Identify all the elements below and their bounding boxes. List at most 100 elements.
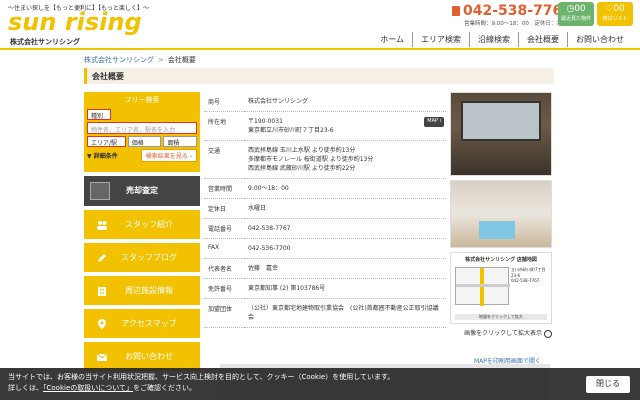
info-value: 株式会社サンリシング [244, 92, 446, 112]
free-search-box: フリー検索 種別 物件名、エリア名、駅名を入力 エリア/駅 価格 面積 ▼ 詳細… [84, 92, 200, 172]
fav-label: 検討リスト [602, 16, 628, 22]
nav-contact[interactable]: お問い合わせ [567, 32, 632, 47]
cookie-text-line2: 詳しくは、「Cookieの取扱いについて」をご確認ください。 [8, 383, 632, 394]
store-map-image[interactable]: 株式会社サンリシング 店舗地図 立川市砂川町7丁目23-6 042-538-77… [450, 252, 552, 324]
info-label: 電話番号 [204, 218, 244, 239]
nav-line-search[interactable]: 沿線検索 [469, 32, 518, 47]
enlarge-text: 画像をクリックして拡大表示 [464, 330, 542, 337]
sidebar-item-contact[interactable]: お問い合わせ [84, 342, 200, 371]
info-row: 定休日 水曜日 [204, 198, 446, 219]
info-row: FAX 042-536-7700 [204, 238, 446, 259]
sidebar-item-label: お問い合わせ [125, 352, 173, 361]
office-exterior-photo[interactable] [450, 92, 552, 176]
info-label: 商号 [204, 92, 244, 112]
photo-column: 株式会社サンリシング 店舗地図 立川市砂川町7丁目23-6 042-538-77… [450, 92, 552, 338]
company-info-table: 商号 株式会社サンリシング 所在地 〒190-0031 東京都立川市砂川町７丁目23-… [204, 92, 446, 328]
size-select[interactable]: 面積 [163, 136, 197, 147]
price-select[interactable]: 価格 [127, 136, 162, 147]
nav-company[interactable]: 会社概要 [518, 32, 567, 47]
photo-window [461, 101, 541, 141]
page: 〜住まい探しを【もっと便利に】【もっと楽しく】〜 sun rising 株式会社… [0, 0, 640, 400]
cookie-prefix: 詳しくは、 [8, 384, 43, 393]
pen-icon [96, 252, 108, 264]
info-value: 水曜日 [244, 198, 446, 219]
info-row: 営業時間 9:00〜18：00 [204, 178, 446, 199]
info-row: 商号 株式会社サンリシング [204, 92, 446, 112]
cookie-text-line1: 当サイトでは、お客様の当サイト利用状況把握、サービス向上検討を目的として、クッキ… [8, 373, 395, 381]
cookie-close-button[interactable]: 閉じる [586, 376, 630, 393]
info-value: 042-538-7767 [244, 218, 446, 239]
map-road [480, 268, 484, 306]
breadcrumb-home[interactable]: 株式会社サンリシング [84, 56, 154, 64]
search-actions: ▼ 詳細条件 検索結果を見る › [87, 149, 197, 162]
sidebar-item-blog[interactable]: スタッフブログ [84, 243, 200, 272]
enlarge-hint: 画像をクリックして拡大表示 [450, 328, 552, 338]
info-label: 代表者名 [204, 258, 244, 279]
info-label: FAX [204, 238, 244, 259]
favorites-button[interactable]: ♡00 検討リスト [597, 2, 633, 26]
info-value: 西武拝島線 玉川上水駅 より徒歩約13分 多摩都市モノレール 桜街道駅 より徒歩… [244, 140, 446, 179]
info-label: 定休日 [204, 198, 244, 219]
map-card-map [455, 267, 510, 306]
breadcrumb: 株式会社サンリシング > 会社概要 [84, 55, 196, 65]
info-row: 代表者名 佐藤 嘉幸 [204, 258, 446, 279]
nav-divider [0, 48, 640, 50]
page-title: 会社概要 [84, 68, 554, 84]
info-row: 電話番号 042-538-7767 [204, 218, 446, 239]
search-title: フリー検索 [124, 96, 160, 104]
info-value: 042-536-7700 [244, 238, 446, 259]
info-label: 所在地 [204, 111, 244, 141]
building-icon [96, 285, 108, 297]
sidebar-item-label: アクセスマップ [121, 319, 177, 328]
recent-viewed-button[interactable]: ◷00 最近見た物件 [558, 2, 594, 26]
sidebar-item-facilities[interactable]: 周辺施設情報 [84, 276, 200, 305]
phone-icon [452, 6, 460, 16]
keyword-input[interactable]: 物件名、エリア名、駅名を入力 [87, 122, 197, 134]
type-select[interactable]: 種別 [87, 109, 111, 120]
pin-icon [96, 318, 108, 330]
info-label: 加盟団体 [204, 298, 244, 328]
sell-assessment-banner[interactable]: 売却査定 [84, 176, 200, 206]
info-value: 佐藤 嘉幸 [244, 258, 446, 279]
cookie-notice: 当サイトでは、お客様の当サイト利用状況把握、サービス向上検討を目的として、クッキ… [0, 368, 640, 400]
business-hours: 営業時間：9:00〜18：00 定休日：水曜日 [464, 21, 573, 27]
filter-row: エリア/駅 価格 面積 [87, 136, 197, 147]
nav-area-search[interactable]: エリア検索 [412, 32, 469, 47]
magnifier-icon [544, 329, 552, 338]
info-value: 〒190-0031 東京都立川市砂川町７丁目23-6 MAP ⅰ [244, 111, 446, 141]
info-label: 交通 [204, 140, 244, 179]
mail-icon [96, 351, 108, 363]
map-card-footer: 地図をクリックして拡大 [455, 314, 547, 320]
cookie-suffix: をご確認ください。 [133, 384, 197, 393]
map-button[interactable]: MAP ⅰ [424, 117, 444, 127]
people-icon [96, 219, 108, 231]
sidebar-item-label: 周辺施設情報 [125, 286, 173, 295]
info-label: 営業時間 [204, 178, 244, 199]
nav-home[interactable]: ホーム [372, 32, 412, 47]
office-interior-photo[interactable] [450, 180, 552, 248]
company-info: 商号 株式会社サンリシング 所在地 〒190-0031 東京都立川市砂川町７丁目23-… [204, 92, 446, 328]
sidebar: フリー検索 種別 物件名、エリア名、駅名を入力 エリア/駅 価格 面積 ▼ 詳細… [84, 92, 200, 371]
search-submit-button[interactable]: 検索結果を見る › [140, 149, 197, 162]
sidebar-item-access-map[interactable]: アクセスマップ [84, 309, 200, 338]
company-name: 株式会社サンリシング [10, 38, 80, 46]
breadcrumb-separator: > [158, 56, 164, 64]
phone-number[interactable]: 042-538-7767 [452, 3, 572, 19]
map-road [456, 284, 510, 287]
info-row: 所在地 〒190-0031 東京都立川市砂川町７丁目23-6 MAP ⅰ [204, 111, 446, 141]
cookie-policy-link[interactable]: 「Cookieの取扱いについて」 [43, 384, 133, 392]
banner-label: 売却査定 [126, 186, 158, 195]
address-wrap: 〒190-0031 東京都立川市砂川町７丁目23-6 MAP ⅰ [248, 117, 444, 135]
logo[interactable]: sun rising [8, 8, 142, 36]
sidebar-item-label: スタッフブログ [121, 253, 177, 262]
info-row: 免許番号 東京都知事 (2) 第103786号 [204, 278, 446, 299]
area-select[interactable]: エリア/駅 [87, 136, 126, 147]
calculator-icon [90, 182, 110, 200]
info-row: 加盟団体 （公社）東京都宅地建物取引業協会 (公社)首都圏不動産公正取引協議会 [204, 298, 446, 328]
detail-conditions-toggle[interactable]: ▼ 詳細条件 [87, 151, 118, 160]
phone-block: 042-538-7767 [452, 3, 572, 19]
info-row: 交通 西武拝島線 玉川上水駅 より徒歩約13分 多摩都市モノレール 桜街道駅 より… [204, 140, 446, 179]
sidebar-item-staff[interactable]: スタッフ紹介 [84, 210, 200, 239]
info-value: 9:00〜18：00 [244, 178, 446, 199]
fav-count: 00 [613, 4, 625, 14]
